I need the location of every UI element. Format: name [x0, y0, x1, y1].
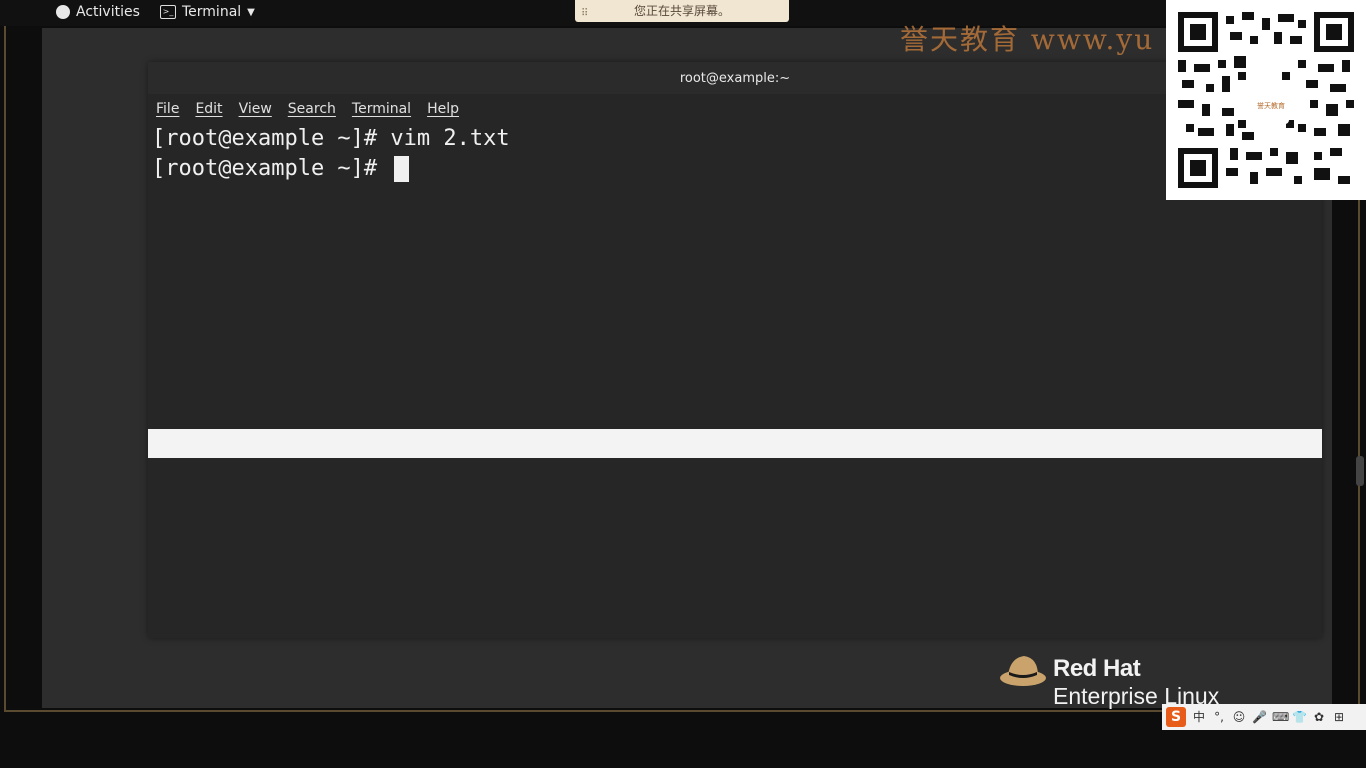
ime-keyboard-icon[interactable]: ⌨	[1272, 710, 1289, 724]
activities-button[interactable]: Activities	[56, 4, 140, 20]
chevron-down-icon: ▼	[247, 6, 255, 18]
terminal-output[interactable]: [root@example ~]# vim 2.txt [root@exampl…	[148, 124, 1322, 638]
terminal-title: root@example:~	[679, 70, 791, 86]
drag-handle-icon[interactable]: ⠿	[581, 3, 589, 25]
terminal-prompt-line[interactable]: [root@example ~]#	[152, 154, 1318, 184]
selection-bar	[148, 429, 1322, 458]
ime-logo-icon[interactable]: S	[1166, 707, 1186, 727]
ime-toolbar: S 中 °, ☺ 🎤 ⌨ 👕 ✿ ⊞	[1162, 704, 1366, 730]
redhat-brand-text: Red Hat	[1053, 655, 1141, 682]
ime-skin-icon[interactable]: 👕	[1292, 710, 1307, 724]
menu-view[interactable]: View	[239, 101, 272, 117]
terminal-menubar: File Edit View Search Terminal Help	[148, 94, 1322, 124]
side-panel-handle[interactable]	[1356, 456, 1364, 486]
menu-terminal[interactable]: Terminal	[352, 101, 411, 117]
redhat-hat-icon	[1000, 656, 1046, 686]
terminal-line: [root@example ~]#	[152, 156, 391, 181]
terminal-window[interactable]: root@example:~ File Edit View Search Ter…	[148, 62, 1322, 638]
watermark-text: 誉天教育 www.yu	[900, 23, 1155, 56]
ime-voice-icon[interactable]: 🎤	[1252, 710, 1267, 724]
activities-label: Activities	[76, 4, 140, 20]
ime-toolbox-icon[interactable]: ⊞	[1332, 710, 1346, 724]
menu-search[interactable]: Search	[288, 101, 336, 117]
ime-emoji-icon[interactable]: ☺	[1232, 710, 1246, 724]
text-cursor	[394, 156, 410, 182]
terminal-titlebar[interactable]: root@example:~	[148, 62, 1322, 94]
menu-help[interactable]: Help	[427, 101, 459, 117]
hat-icon	[56, 5, 70, 19]
menu-file[interactable]: File	[156, 101, 179, 117]
terminal-line: [root@example ~]# vim 2.txt	[152, 126, 510, 151]
qr-center-logo: 誉天教育	[1253, 88, 1289, 124]
ime-punctuation-icon[interactable]: °,	[1212, 710, 1226, 724]
ime-settings-icon[interactable]: ✿	[1312, 710, 1326, 724]
terminal-icon: >_	[160, 5, 176, 19]
menu-edit[interactable]: Edit	[195, 101, 222, 117]
screen-share-banner[interactable]: ⠿ 您正在共享屏幕。	[575, 0, 789, 22]
share-banner-text: 您正在共享屏幕。	[633, 4, 730, 18]
app-menu-label: Terminal	[182, 4, 242, 20]
qr-code-panel: 誉天教育	[1166, 0, 1366, 200]
ime-language-toggle[interactable]: 中	[1192, 710, 1206, 724]
app-menu-button[interactable]: >_ Terminal ▼	[160, 4, 255, 20]
